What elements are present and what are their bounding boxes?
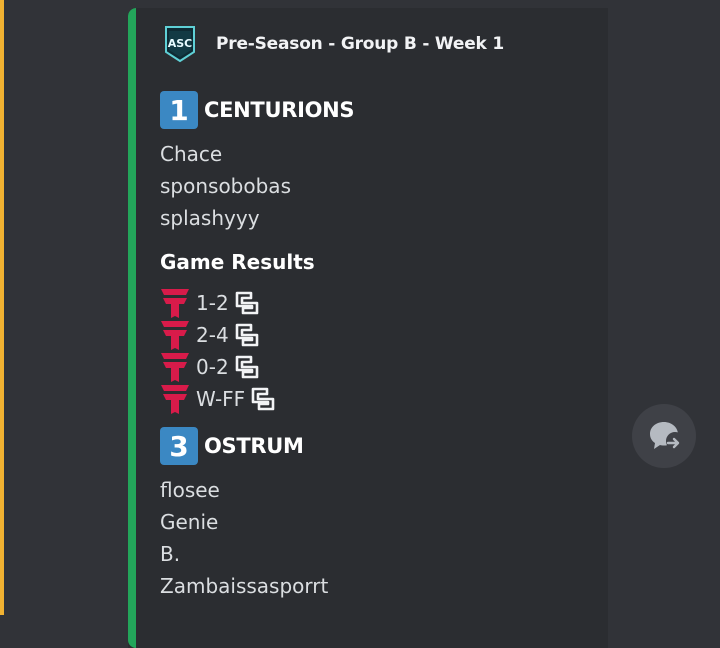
- game-result-row: 2-4: [160, 319, 261, 351]
- rank-badge: 1: [160, 91, 198, 129]
- game-result-row: W-FF: [160, 383, 277, 415]
- player-name: B.: [160, 542, 181, 566]
- embed-author: ASC Pre-Season - Group B - Week 1: [160, 22, 504, 66]
- team-heading: 1 CENTURIONS: [160, 91, 355, 129]
- centurions-t-icon: [161, 289, 189, 318]
- game-score: W-FF: [196, 387, 246, 411]
- player-name: flosee: [160, 478, 220, 502]
- embed-author-name[interactable]: Pre-Season - Group B - Week 1: [216, 34, 504, 54]
- svg-text:ASC: ASC: [168, 37, 193, 50]
- team-name: OSTRUM: [204, 434, 304, 458]
- rank-badge: 3: [160, 427, 198, 465]
- ostrum-logo-icon: [235, 291, 258, 315]
- player-name: Zambaissasporrt: [160, 574, 329, 598]
- asc-logo-icon: ASC: [165, 26, 195, 63]
- player-name: Genie: [160, 510, 219, 534]
- player-name: sponsobobas: [160, 174, 291, 198]
- team-name: CENTURIONS: [204, 98, 355, 122]
- game-result-row: 0-2: [160, 351, 261, 383]
- team-heading: 3 OSTRUM: [160, 427, 304, 465]
- ostrum-logo-icon: [235, 355, 258, 379]
- centurions-t-icon: [161, 321, 189, 350]
- left-edge-accent: [0, 0, 4, 615]
- centurions-t-icon: [161, 353, 189, 382]
- player-name: Chace: [160, 142, 223, 166]
- ostrum-logo-icon: [251, 387, 275, 411]
- game-score: 1-2: [196, 291, 229, 315]
- open-thread-icon: [650, 422, 680, 449]
- game-score: 0-2: [196, 355, 229, 379]
- open-thread-button[interactable]: [632, 404, 696, 468]
- embed-accent-bar: [128, 8, 136, 648]
- game-result-row: 1-2: [160, 287, 261, 319]
- player-name: splashyyy: [160, 206, 260, 230]
- message-embed: ASC Pre-Season - Group B - Week 1 1 CENT…: [128, 8, 608, 648]
- ostrum-logo-icon: [235, 323, 258, 347]
- centurions-t-icon: [161, 385, 189, 414]
- game-results-title: Game Results: [160, 250, 315, 274]
- game-score: 2-4: [196, 323, 229, 347]
